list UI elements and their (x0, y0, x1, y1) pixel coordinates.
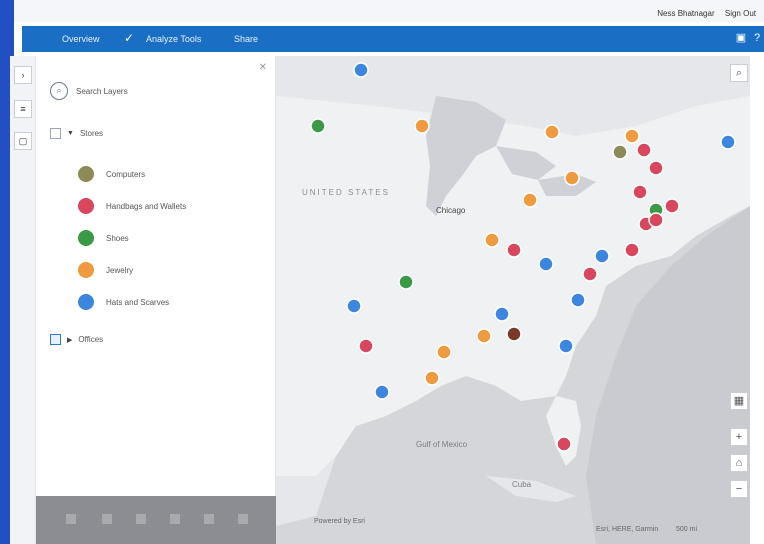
legend-label: Hats and Scarves (106, 297, 170, 307)
basemap-toggle-button[interactable]: ▦ (730, 392, 748, 410)
panel-footer (36, 496, 276, 544)
search-icon: ⌕ (50, 82, 68, 100)
map-city-chicago: Chicago (436, 206, 466, 215)
group-offices[interactable]: ▶ Offices (50, 334, 103, 345)
map-cuba-label: Cuba (512, 480, 532, 489)
group-offices-label: Offices (78, 335, 104, 344)
legend-label: Jewelry (106, 265, 134, 275)
legend-item-jewelry[interactable]: Jewelry (78, 262, 133, 278)
legend-dot (78, 198, 94, 214)
zoom-in-button[interactable]: + (730, 428, 748, 446)
breadcrumb-analyze-tools[interactable]: Analyze Tools (146, 34, 201, 44)
map-view[interactable]: UNITED STATES Chicago Gulf of Mexico Cub… (276, 56, 750, 544)
breadcrumb-share[interactable]: Share (234, 34, 258, 44)
map-attribution: Esri, HERE, Garmin (596, 526, 659, 533)
legend-label: Handbags and Wallets (106, 201, 187, 211)
user-links: Ness Bhatnagar Sign Out (649, 9, 756, 18)
map-search-button[interactable]: ⌕ (730, 64, 748, 82)
map-scale-label: 500 mi (676, 526, 698, 533)
legend-item-shoes[interactable]: Shoes (78, 230, 129, 246)
layer-search[interactable]: ⌕ Search Layers (50, 82, 128, 100)
sign-out-link[interactable]: Sign Out (725, 9, 756, 18)
expand-panel-button[interactable]: › (14, 66, 32, 84)
top-strip: Ness Bhatnagar Sign Out (14, 0, 764, 22)
footer-icon[interactable] (102, 514, 112, 524)
footer-icon[interactable] (170, 514, 180, 524)
check-icon: ✓ (124, 31, 135, 45)
stores-checkbox[interactable] (50, 128, 61, 139)
footer-icon[interactable] (238, 514, 248, 524)
legend-item-computers[interactable]: Computers (78, 166, 145, 182)
home-button[interactable]: ⌂ (730, 454, 748, 472)
group-stores[interactable]: ▼ Stores (50, 128, 103, 139)
collapse-triangle-icon[interactable]: ▼ (67, 130, 74, 137)
help-icon[interactable]: ? (750, 31, 764, 45)
group-stores-label: Stores (79, 129, 104, 138)
zoom-out-button[interactable]: − (730, 480, 748, 498)
legend-label: Shoes (106, 233, 129, 243)
legend-item-handbags[interactable]: Handbags and Wallets (78, 198, 186, 214)
map-gulf-label: Gulf of Mexico (416, 440, 468, 449)
footer-icon[interactable] (136, 514, 146, 524)
layers-icon[interactable]: ≡ (14, 100, 32, 118)
legend-dot (78, 230, 94, 246)
close-panel-icon[interactable]: ✕ (259, 62, 267, 73)
legend-dot (78, 262, 94, 278)
legend-dot (78, 294, 94, 310)
footer-icon[interactable] (66, 514, 76, 524)
legend-dot (78, 166, 94, 182)
layers-panel: ✕ ⌕ Search Layers ▼ Stores Computers Han… (36, 56, 276, 544)
app-toolbar: Overview ✓ Analyze Tools Share ▣ ? (22, 26, 764, 52)
filter-icon[interactable]: ▢ (14, 132, 32, 150)
save-icon[interactable]: ▣ (734, 31, 748, 45)
layer-search-label: Search Layers (76, 86, 128, 96)
map-powered-by: Powered by Esri (314, 518, 365, 525)
map-country-label: UNITED STATES (302, 188, 390, 197)
footer-icon[interactable] (204, 514, 214, 524)
basemap (276, 56, 750, 544)
legend-item-hats[interactable]: Hats and Scarves (78, 294, 169, 310)
expand-triangle-icon[interactable]: ▶ (67, 336, 72, 344)
legend-label: Computers (106, 169, 146, 179)
left-toolstrip: › ≡ ▢ (10, 56, 36, 544)
offices-checkbox[interactable] (50, 334, 61, 345)
user-name-link[interactable]: Ness Bhatnagar (657, 9, 714, 18)
breadcrumb-overview[interactable]: Overview (62, 34, 100, 44)
